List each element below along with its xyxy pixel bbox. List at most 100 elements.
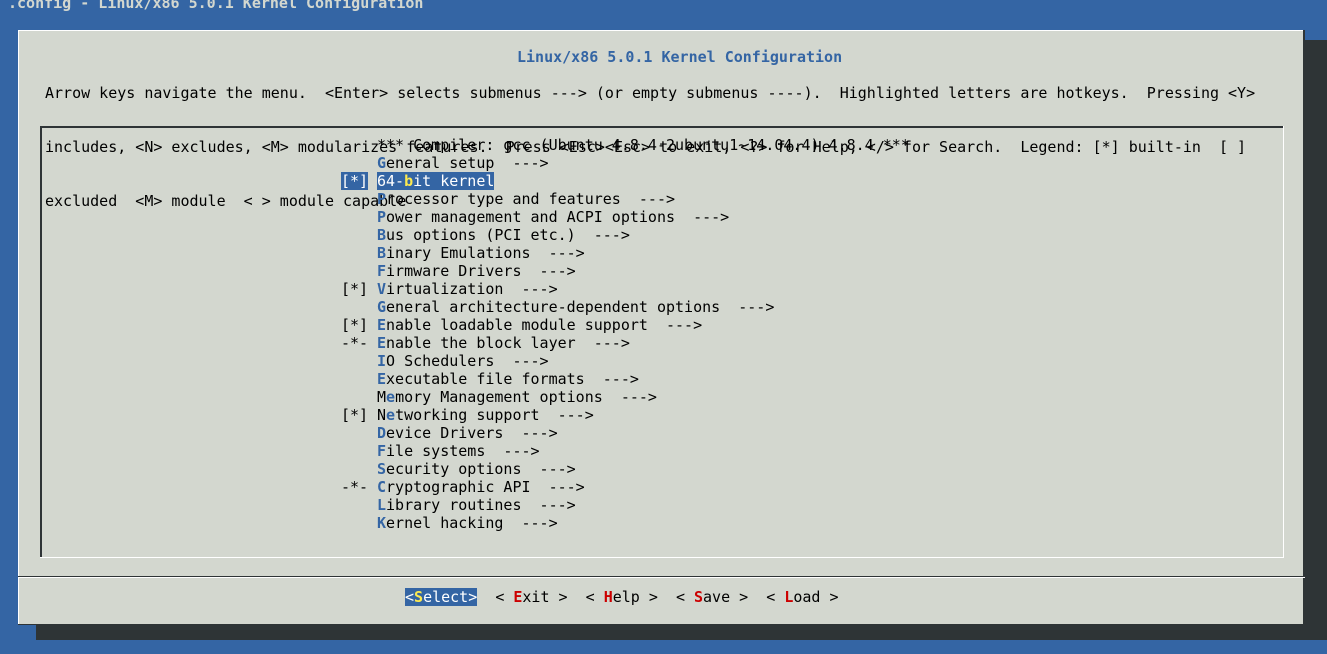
- menu-item[interactable]: *** Compiler: gcc (Ubuntu 4.8.4-2ubuntu1…: [341, 136, 910, 154]
- button-gap: [477, 588, 495, 606]
- menu-item-label: Executable file formats --->: [377, 370, 639, 388]
- hotkey-letter: b: [404, 172, 414, 190]
- hotkey-letter: E: [377, 370, 387, 388]
- menu-item-state: [341, 424, 377, 442]
- menu-item-label: Firmware Drivers --->: [377, 262, 576, 280]
- menu-item[interactable]: Security options --->: [341, 460, 910, 478]
- menu-item-state: [341, 226, 377, 244]
- menu-box: *** Compiler: gcc (Ubuntu 4.8.4-2ubuntu1…: [40, 126, 1284, 558]
- menu-item-label: Power management and ACPI options --->: [377, 208, 730, 226]
- button-gap: [748, 588, 766, 606]
- hotkey-letter: S: [377, 460, 387, 478]
- menu-item[interactable]: Firmware Drivers --->: [341, 262, 910, 280]
- menu-item-label: Virtualization --->: [377, 280, 558, 298]
- menu-item-label: IO Schedulers --->: [377, 352, 549, 370]
- menu-item-state: [341, 298, 377, 316]
- menu-item[interactable]: [*] 64-bit kernel: [341, 172, 910, 190]
- menu-item-state: [341, 136, 377, 154]
- menu-item-label: Memory Management options --->: [377, 388, 657, 406]
- menu-item[interactable]: Memory Management options --->: [341, 388, 910, 406]
- menu-item-label: Library routines --->: [377, 496, 576, 514]
- menu-item[interactable]: File systems --->: [341, 442, 910, 460]
- menu-item-label: Kernel hacking --->: [377, 514, 558, 532]
- menu-item-state: [*]: [341, 406, 369, 424]
- menu-item-state: [*]: [341, 280, 369, 298]
- hotkey-letter: e: [386, 388, 396, 406]
- menu-item-state: [341, 262, 377, 280]
- menu-item[interactable]: [*] Enable loadable module support --->: [341, 316, 910, 334]
- hotkey-letter: D: [377, 424, 387, 442]
- hotkey-letter: P: [377, 208, 387, 226]
- menu-item-state: [*]: [341, 316, 369, 334]
- menu-item-state: [341, 442, 377, 460]
- help-button[interactable]: < Help >: [586, 588, 658, 606]
- menu-item-state: [341, 388, 377, 406]
- menu-item-state: [341, 496, 377, 514]
- exit-button[interactable]: < Exit >: [495, 588, 567, 606]
- hotkey-letter: B: [377, 244, 387, 262]
- menu-item[interactable]: Power management and ACPI options --->: [341, 208, 910, 226]
- menu-item-state: [341, 460, 377, 478]
- button-bar: <Select> < Exit > < Help > < Save > < Lo…: [405, 588, 839, 606]
- help-line: Arrow keys navigate the menu. <Enter> se…: [45, 84, 1256, 102]
- menu-item-label: *** Compiler: gcc (Ubuntu 4.8.4-2ubuntu1…: [377, 136, 910, 154]
- button-gap: [568, 588, 586, 606]
- menu-item-state: [341, 154, 377, 172]
- menu-item-label: Enable the block layer --->: [377, 334, 630, 352]
- menu-item[interactable]: -*- Enable the block layer --->: [341, 334, 910, 352]
- menu-item[interactable]: General architecture-dependent options -…: [341, 298, 910, 316]
- menu-item[interactable]: Device Drivers --->: [341, 424, 910, 442]
- menu-item[interactable]: [*] Virtualization --->: [341, 280, 910, 298]
- window-title: .config - Linux/x86 5.0.1 Kernel Configu…: [8, 0, 424, 12]
- hotkey-letter: B: [377, 226, 387, 244]
- config-dialog: Linux/x86 5.0.1 Kernel Configuration Arr…: [18, 30, 1305, 625]
- menu-item-label: Device Drivers --->: [377, 424, 558, 442]
- menu-item-state: [341, 352, 377, 370]
- hotkey-letter: F: [377, 442, 387, 460]
- menu-item[interactable]: IO Schedulers --->: [341, 352, 910, 370]
- menu-item-label: Cryptographic API --->: [377, 478, 585, 496]
- hotkey-letter: F: [377, 262, 387, 280]
- button-gap: [658, 588, 676, 606]
- hotkey-letter: e: [386, 406, 396, 424]
- hotkey-letter: K: [377, 514, 387, 532]
- menu-list: *** Compiler: gcc (Ubuntu 4.8.4-2ubuntu1…: [341, 136, 910, 532]
- menu-item-label: General setup --->: [377, 154, 549, 172]
- hotkey-letter: C: [377, 478, 387, 496]
- menu-item[interactable]: Kernel hacking --->: [341, 514, 910, 532]
- menu-item[interactable]: Processor type and features --->: [341, 190, 910, 208]
- menu-item-label: General architecture-dependent options -…: [377, 298, 775, 316]
- hotkey-letter: P: [377, 190, 387, 208]
- menu-item[interactable]: General setup --->: [341, 154, 910, 172]
- menu-item[interactable]: [*] Networking support --->: [341, 406, 910, 424]
- menu-item[interactable]: -*- Cryptographic API --->: [341, 478, 910, 496]
- menu-item-label: Bus options (PCI etc.) --->: [377, 226, 630, 244]
- save-button[interactable]: < Save >: [676, 588, 748, 606]
- menu-item-state: [341, 208, 377, 226]
- menu-item-label: File systems --->: [377, 442, 540, 460]
- hotkey-letter: E: [377, 316, 387, 334]
- menu-item-label: Binary Emulations --->: [377, 244, 585, 262]
- hotkey-letter: G: [377, 154, 387, 172]
- menu-item[interactable]: Bus options (PCI etc.) --->: [341, 226, 910, 244]
- load-button[interactable]: < Load >: [766, 588, 838, 606]
- hotkey-letter: G: [377, 298, 387, 316]
- hotkey-letter: E: [377, 334, 387, 352]
- menu-item-state: [341, 514, 377, 532]
- hotkey-letter: V: [377, 280, 387, 298]
- menu-item-state: -*-: [341, 334, 369, 352]
- select-button[interactable]: <Select>: [405, 588, 478, 606]
- menu-item-label: Security options --->: [377, 460, 576, 478]
- menu-item-state: [*]: [341, 172, 369, 190]
- menu-item[interactable]: Binary Emulations --->: [341, 244, 910, 262]
- menu-item-state: [341, 190, 377, 208]
- menu-item-state: -*-: [341, 478, 369, 496]
- menu-item-label: Enable loadable module support --->: [377, 316, 703, 334]
- menu-item-label: Networking support --->: [377, 406, 594, 424]
- hotkey-letter: I: [377, 352, 387, 370]
- menu-item[interactable]: Executable file formats --->: [341, 370, 910, 388]
- menu-item-label: 64-bit kernel: [377, 172, 495, 190]
- hotkey-letter: L: [377, 496, 387, 514]
- menu-item[interactable]: Library routines --->: [341, 496, 910, 514]
- menu-item-state: [341, 370, 377, 388]
